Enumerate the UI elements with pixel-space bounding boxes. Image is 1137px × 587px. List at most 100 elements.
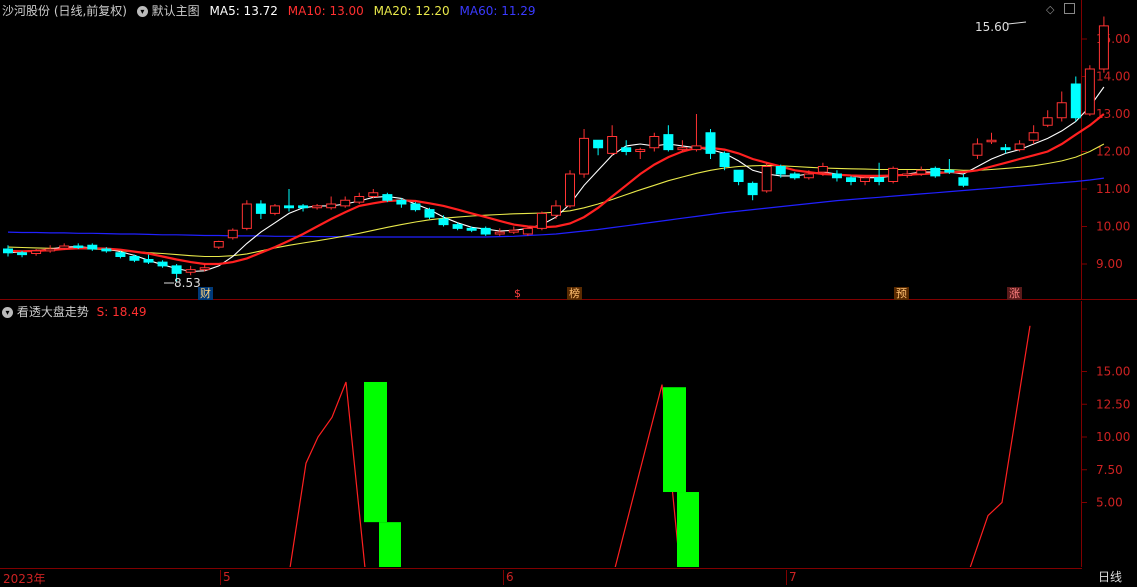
stock-label[interactable]: 沙河股份 (日线,前复权) [2,4,127,18]
window-icon[interactable] [1064,3,1075,14]
candle-down [944,169,955,173]
y-tick-label: 10.00 [1096,430,1130,444]
candle-up [213,241,224,248]
y-tick-label: 13.00 [1096,107,1130,121]
x-axis-label: 7 [789,570,797,584]
candle-up [888,167,899,182]
candle-down [3,248,13,254]
y-tick-label: 10.00 [1096,220,1130,234]
indicator-bar [364,381,387,523]
candle-up [902,173,913,176]
candle-down [171,265,182,274]
ma-line-ma10 [7,113,1105,266]
candle-up [340,199,351,207]
candle-up [269,205,280,214]
x-axis-label: 6 [506,570,514,584]
candle-up [1098,25,1109,70]
candle-up [649,136,660,149]
candle-down [719,152,730,167]
candle-down [733,169,744,182]
event-tag-limit-up[interactable]: 涨 [1007,287,1022,300]
candle-down [480,227,491,235]
low-price-label: 8.53 [174,276,201,290]
candle-up [59,245,70,249]
y-tick-label: 12.50 [1096,397,1130,411]
candle-down [775,166,786,175]
y-tick-label: 5.00 [1096,496,1123,510]
candle-down [157,261,168,267]
indicator-bar [379,522,401,567]
x-axis [0,568,1082,586]
candle-up [550,205,561,216]
candle-down [87,244,98,250]
candle-up [803,173,814,179]
x-axis-label: 2023年 [3,572,46,586]
diamond-icon[interactable]: ◇ [1046,3,1054,16]
candle-down [452,224,463,229]
event-tag-list[interactable]: 榜 [567,287,582,300]
candle-up [579,137,590,175]
candle-down [115,252,126,257]
ma60-value: MA60: 11.29 [459,4,536,18]
y-tick-label: 15.00 [1096,365,1130,379]
candle-down [789,173,800,179]
y-tick-label: 12.00 [1096,145,1130,159]
candle-up [1028,132,1039,141]
candle-down [466,227,477,231]
candle-down [874,177,885,182]
candle-up [761,166,772,192]
candle-down [410,203,421,211]
candle-down [17,252,28,256]
candle-down [129,256,140,261]
indicator-bar [677,492,699,567]
candle-down [438,218,449,226]
y-tick-label: 11.00 [1096,182,1130,196]
candle-up [522,227,533,235]
candle-down [747,182,758,196]
candle-down [593,139,604,149]
candle-up [368,192,379,197]
candle-down [101,248,112,252]
candle-down [705,132,716,154]
candle-up [607,136,618,154]
y-tick-label: 14.00 [1096,70,1130,84]
candle-down [143,259,154,263]
candle-down [424,209,435,218]
candle-down [284,205,294,209]
candle-up [916,169,927,175]
candle-up [972,143,983,156]
kline-chart[interactable]: 15.0014.0013.0012.0011.0010.009.00 [0,0,1137,300]
candle-up [494,231,505,235]
candle-down [1000,147,1011,151]
y-tick-label: 7.50 [1096,463,1123,477]
candle-up [1042,117,1053,126]
template-label[interactable]: 默认主图 [152,4,200,18]
candle-down [255,203,266,214]
candle-down [846,177,856,182]
candle-up [536,212,547,229]
candle-up [326,203,337,209]
event-tag-finance[interactable]: 财 [198,287,213,300]
ma20-value: MA20: 12.20 [373,4,450,18]
candle-down [1070,83,1081,119]
event-tag-dollar[interactable]: $ [512,287,523,300]
candle-down [298,205,309,209]
period-button[interactable]: 日线 [1083,569,1137,585]
indicator-chart[interactable]: 15.00 12.50 10.00 7.50 5.00 [0,301,1137,567]
candle-up [1056,102,1067,119]
candle-down [382,194,393,201]
candle-down [663,134,674,151]
candle-down [831,173,842,179]
x-axis-tick [503,570,504,585]
x-axis-tick [220,570,221,585]
candle-up [677,147,688,151]
candle-up [227,229,238,239]
chevron-down-icon[interactable]: ▾ [136,6,148,17]
candle-up [860,177,871,182]
candle-up [199,267,210,271]
candle-down [930,167,941,177]
candle-up [691,145,702,151]
candle-up [565,173,575,207]
event-tag-forecast[interactable]: 预 [894,287,909,300]
candle-up [1084,68,1095,115]
